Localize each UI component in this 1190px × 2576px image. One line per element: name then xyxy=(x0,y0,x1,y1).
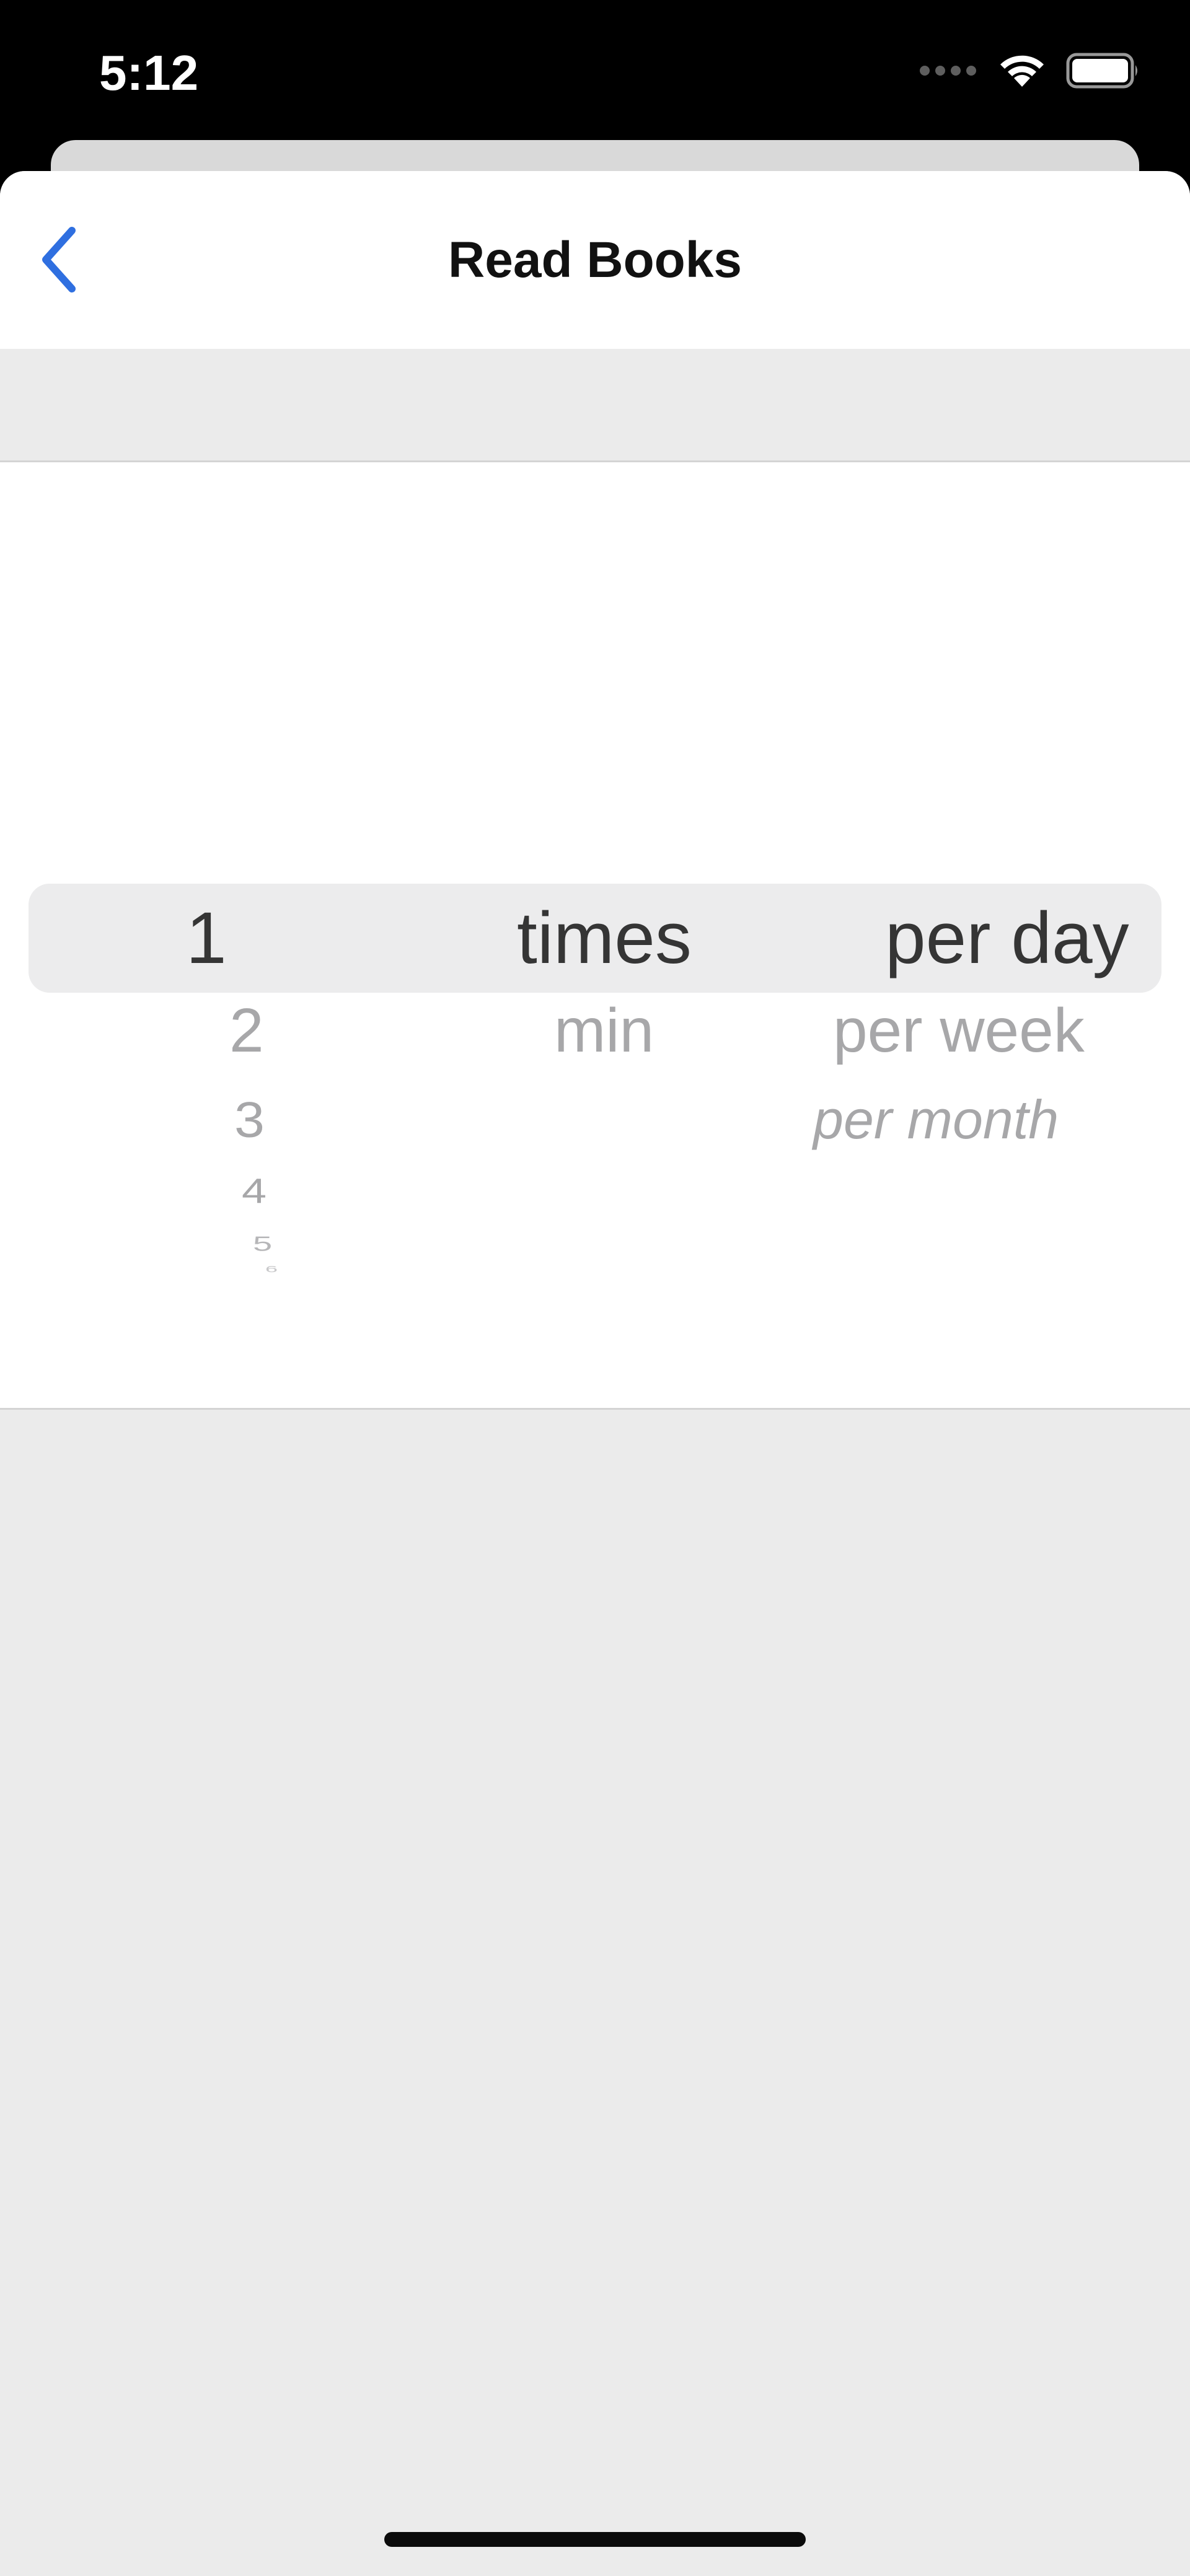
period-option-per-week[interactable]: per week xyxy=(833,990,1085,1071)
back-button[interactable] xyxy=(12,214,105,307)
frequency-picker[interactable]: 1 2 3 4 5 6 times min per day per week p… xyxy=(0,460,1190,1410)
cellular-dots-icon xyxy=(919,64,978,80)
navigation-bar: Read Books xyxy=(0,171,1190,349)
status-time: 5:12 xyxy=(99,45,199,100)
period-option-per-day[interactable]: per day xyxy=(885,884,1129,993)
count-option-6[interactable]: 6 xyxy=(265,1264,278,1275)
period-option-per-month[interactable]: per month xyxy=(813,1086,1059,1154)
count-option-1[interactable]: 1 xyxy=(186,884,227,993)
count-option-4[interactable]: 4 xyxy=(242,1170,267,1213)
modal-sheet: Read Books 1 2 3 4 5 6 times min per day… xyxy=(0,171,1190,2576)
home-indicator xyxy=(384,2532,806,2547)
count-option-5[interactable]: 5 xyxy=(253,1231,272,1257)
unit-option-min[interactable]: min xyxy=(554,990,654,1071)
unit-option-times[interactable]: times xyxy=(517,884,692,993)
count-option-2[interactable]: 2 xyxy=(229,990,264,1071)
chevron-left-icon xyxy=(37,226,81,297)
page-title: Read Books xyxy=(448,231,742,288)
count-option-3[interactable]: 3 xyxy=(234,1088,265,1151)
wifi-icon xyxy=(997,52,1047,92)
status-icons xyxy=(919,52,1140,92)
battery-full-icon xyxy=(1066,53,1140,92)
